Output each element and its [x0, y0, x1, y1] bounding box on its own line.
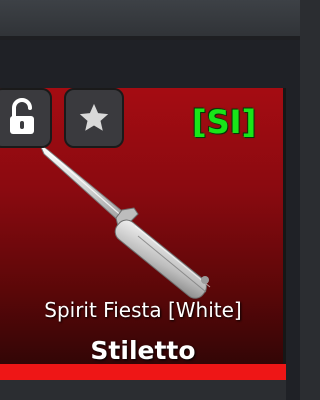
item-tag: [SI] [192, 103, 257, 141]
rarity-bar [0, 364, 286, 380]
favorite-button[interactable] [64, 88, 124, 148]
skin-name-label: Spirit Fiesta [White] [44, 298, 242, 322]
card-footer [0, 380, 286, 400]
unlocked-padlock-icon [10, 98, 34, 134]
lock-button[interactable] [0, 88, 52, 148]
stiletto-knife-image [38, 143, 211, 299]
top-header-strip [0, 0, 300, 40]
weapon-name-label: Stiletto [90, 336, 196, 365]
star-icon [79, 103, 109, 131]
